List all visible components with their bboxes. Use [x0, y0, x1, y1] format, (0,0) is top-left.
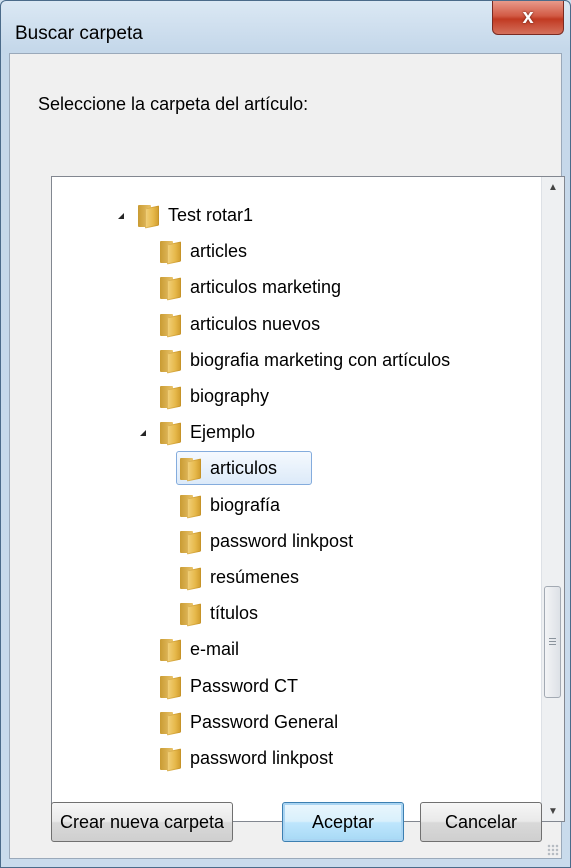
tree-item[interactable]: biografia marketing con artículos	[52, 342, 542, 378]
tree-item[interactable]: Password CT	[52, 668, 542, 704]
tree-item[interactable]: password linkpost	[52, 740, 542, 776]
expand-triangle-icon[interactable]	[118, 213, 124, 219]
tree-item-label: e-mail	[190, 639, 240, 660]
tree-item[interactable]: articles	[52, 233, 542, 269]
tree-item-label: password linkpost	[190, 748, 334, 768]
expand-triangle-icon[interactable]	[140, 430, 146, 437]
folder-icon	[138, 203, 160, 229]
folder-icon	[160, 637, 182, 663]
tree-item[interactable]: articulos marketing	[52, 269, 542, 305]
title-bar[interactable]: Buscar carpeta x	[1, 1, 570, 53]
scroll-down-arrow-icon[interactable]: ▼	[542, 801, 564, 821]
tree-item-label: Password General	[190, 711, 339, 732]
tree-item-label: biografia marketing con artículos	[190, 349, 451, 370]
resize-grip-icon[interactable]	[547, 844, 559, 856]
folder-tree[interactable]: Test rotar1 articles articulos marketing ar…	[51, 176, 565, 822]
tree-item-label: articulos nuevos	[190, 313, 321, 334]
folder-icon	[160, 710, 182, 736]
folder-icon	[160, 384, 182, 410]
tree-item-selected[interactable]: articulos	[52, 450, 542, 486]
tree-item-label: biography	[190, 386, 270, 406]
dialog-client-area: Seleccione la carpeta del artículo: Test…	[9, 53, 565, 859]
scroll-up-arrow-icon[interactable]: ▲	[542, 177, 564, 197]
tree-scrollbar[interactable]: ▲ ▼	[541, 177, 564, 821]
tree-item-label: resúmenes	[210, 567, 300, 587]
tree-item-label: articulos	[210, 458, 278, 479]
folder-icon	[180, 601, 202, 627]
folder-browser-dialog: Buscar carpeta x Seleccione la carpeta d…	[0, 0, 571, 868]
tree-item-label: articles	[190, 241, 248, 262]
tree-item[interactable]: resúmenes	[52, 559, 542, 595]
folder-icon	[180, 493, 202, 519]
tree-item[interactable]: articulos nuevos	[52, 306, 542, 342]
folder-icon	[160, 275, 182, 301]
tree-item[interactable]: Test rotar1	[52, 197, 542, 233]
tree-item-label: Test rotar1	[168, 205, 254, 225]
folder-icon	[160, 239, 182, 265]
grip-icon	[549, 637, 556, 647]
scroll-thumb[interactable]	[544, 586, 561, 698]
folder-icon	[160, 420, 182, 446]
folder-icon	[160, 312, 182, 338]
folder-icon	[160, 674, 182, 700]
ok-button[interactable]: Aceptar	[282, 802, 404, 842]
new-folder-button[interactable]: Crear nueva carpeta	[51, 802, 233, 842]
folder-icon	[180, 529, 202, 555]
folder-icon	[160, 348, 182, 374]
tree-item[interactable]: Ejemplo	[52, 414, 542, 450]
tree-item[interactable]: biografía	[52, 487, 542, 523]
tree-item-label: Ejemplo	[190, 422, 256, 443]
window-title: Buscar carpeta	[15, 23, 143, 44]
folder-icon	[160, 746, 182, 772]
tree-item-label: Password CT	[190, 675, 299, 696]
folder-icon	[180, 565, 202, 591]
instruction-text: Seleccione la carpeta del artículo:	[38, 94, 309, 114]
tree-item-label: títulos	[210, 603, 259, 624]
tree-item[interactable]: biography	[52, 378, 542, 414]
tree-item[interactable]: password linkpost	[52, 523, 542, 559]
tree-item-label: password linkpost	[210, 530, 354, 551]
tree-item-label: articulos marketing	[190, 277, 342, 298]
tree-item-label: biografía	[210, 494, 281, 515]
tree-item[interactable]: Password General	[52, 704, 542, 740]
cancel-button[interactable]: Cancelar	[420, 802, 542, 842]
close-icon: x	[522, 6, 534, 28]
close-button[interactable]: x	[492, 1, 564, 35]
folder-icon	[180, 456, 202, 482]
tree-item[interactable]: títulos	[52, 595, 542, 631]
tree-item[interactable]: e-mail	[52, 631, 542, 667]
